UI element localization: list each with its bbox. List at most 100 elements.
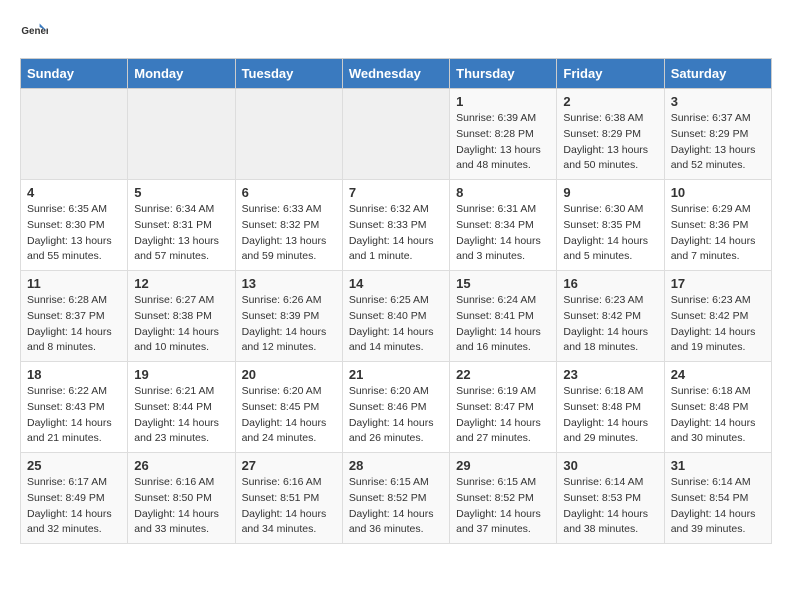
col-header-sunday: Sunday (21, 59, 128, 89)
calendar-header-row: SundayMondayTuesdayWednesdayThursdayFrid… (21, 59, 772, 89)
day-number: 2 (563, 94, 657, 109)
calendar-cell: 31Sunrise: 6:14 AM Sunset: 8:54 PM Dayli… (664, 453, 771, 544)
logo: General (20, 20, 52, 48)
calendar-cell: 12 Sunrise: 6:27 AM Sunset: 8:38 PM Dayli… (128, 271, 235, 362)
day-info: Sunrise: 6:38 AM Sunset: 8:29 PM Dayligh… (563, 111, 657, 174)
day-number: 20 (242, 367, 336, 382)
day-info: Sunrise: 6:39 AM Sunset: 8:28 PM Dayligh… (456, 111, 550, 174)
calendar-cell: 14 Sunrise: 6:25 AM Sunset: 8:40 PM Dayli… (342, 271, 449, 362)
day-number: 19 (134, 367, 228, 382)
day-info: Sunrise: 6:29 AM Sunset: 8:36 PM Dayligh… (671, 202, 765, 265)
calendar-cell: 25Sunrise: 6:17 AM Sunset: 8:49 PM Dayli… (21, 453, 128, 544)
svg-text:General: General (21, 26, 48, 37)
day-number: 3 (671, 94, 765, 109)
calendar-cell: 17 Sunrise: 6:23 AM Sunset: 8:42 PM Dayli… (664, 271, 771, 362)
calendar-cell: 19 Sunrise: 6:21 AM Sunset: 8:44 PM Dayli… (128, 362, 235, 453)
day-info: Sunrise: 6:22 AM Sunset: 8:43 PM Dayligh… (27, 384, 121, 447)
day-info: Sunrise: 6:21 AM Sunset: 8:44 PM Dayligh… (134, 384, 228, 447)
day-info: Sunrise: 6:24 AM Sunset: 8:41 PM Dayligh… (456, 293, 550, 356)
calendar-cell: 21Sunrise: 6:20 AM Sunset: 8:46 PM Dayli… (342, 362, 449, 453)
calendar-cell (128, 89, 235, 180)
day-info: Sunrise: 6:18 AM Sunset: 8:48 PM Dayligh… (671, 384, 765, 447)
calendar-cell: 13Sunrise: 6:26 AM Sunset: 8:39 PM Dayli… (235, 271, 342, 362)
day-info: Sunrise: 6:26 AM Sunset: 8:39 PM Dayligh… (242, 293, 336, 356)
col-header-thursday: Thursday (450, 59, 557, 89)
day-info: Sunrise: 6:34 AM Sunset: 8:31 PM Dayligh… (134, 202, 228, 265)
col-header-tuesday: Tuesday (235, 59, 342, 89)
calendar-cell: 20 Sunrise: 6:20 AM Sunset: 8:45 PM Dayli… (235, 362, 342, 453)
calendar-cell: 1 Sunrise: 6:39 AM Sunset: 8:28 PM Daylig… (450, 89, 557, 180)
day-number: 30 (563, 458, 657, 473)
day-number: 25 (27, 458, 121, 473)
page-header: General (20, 20, 772, 48)
calendar-cell: 7 Sunrise: 6:32 AM Sunset: 8:33 PM Daylig… (342, 180, 449, 271)
week-row-1: 1 Sunrise: 6:39 AM Sunset: 8:28 PM Daylig… (21, 89, 772, 180)
day-info: Sunrise: 6:16 AM Sunset: 8:51 PM Dayligh… (242, 475, 336, 538)
week-row-2: 4 Sunrise: 6:35 AM Sunset: 8:30 PM Daylig… (21, 180, 772, 271)
calendar-cell: 2 Sunrise: 6:38 AM Sunset: 8:29 PM Daylig… (557, 89, 664, 180)
week-row-4: 18 Sunrise: 6:22 AM Sunset: 8:43 PM Dayli… (21, 362, 772, 453)
day-number: 5 (134, 185, 228, 200)
day-number: 15 (456, 276, 550, 291)
day-number: 7 (349, 185, 443, 200)
day-info: Sunrise: 6:37 AM Sunset: 8:29 PM Dayligh… (671, 111, 765, 174)
day-number: 26 (134, 458, 228, 473)
logo-icon: General (20, 20, 48, 48)
day-number: 4 (27, 185, 121, 200)
calendar-cell (342, 89, 449, 180)
calendar-cell: 3 Sunrise: 6:37 AM Sunset: 8:29 PM Daylig… (664, 89, 771, 180)
day-info: Sunrise: 6:31 AM Sunset: 8:34 PM Dayligh… (456, 202, 550, 265)
day-info: Sunrise: 6:15 AM Sunset: 8:52 PM Dayligh… (349, 475, 443, 538)
day-number: 16 (563, 276, 657, 291)
day-info: Sunrise: 6:27 AM Sunset: 8:38 PM Dayligh… (134, 293, 228, 356)
day-info: Sunrise: 6:28 AM Sunset: 8:37 PM Dayligh… (27, 293, 121, 356)
calendar-cell: 11 Sunrise: 6:28 AM Sunset: 8:37 PM Dayli… (21, 271, 128, 362)
calendar-cell: 16 Sunrise: 6:23 AM Sunset: 8:42 PM Dayli… (557, 271, 664, 362)
day-number: 12 (134, 276, 228, 291)
calendar-cell: 27 Sunrise: 6:16 AM Sunset: 8:51 PM Dayli… (235, 453, 342, 544)
col-header-monday: Monday (128, 59, 235, 89)
day-number: 17 (671, 276, 765, 291)
day-info: Sunrise: 6:23 AM Sunset: 8:42 PM Dayligh… (563, 293, 657, 356)
calendar-cell: 4 Sunrise: 6:35 AM Sunset: 8:30 PM Daylig… (21, 180, 128, 271)
day-info: Sunrise: 6:20 AM Sunset: 8:45 PM Dayligh… (242, 384, 336, 447)
day-number: 1 (456, 94, 550, 109)
day-info: Sunrise: 6:14 AM Sunset: 8:53 PM Dayligh… (563, 475, 657, 538)
day-info: Sunrise: 6:16 AM Sunset: 8:50 PM Dayligh… (134, 475, 228, 538)
calendar-cell: 26 Sunrise: 6:16 AM Sunset: 8:50 PM Dayli… (128, 453, 235, 544)
calendar-cell: 10 Sunrise: 6:29 AM Sunset: 8:36 PM Dayli… (664, 180, 771, 271)
day-number: 10 (671, 185, 765, 200)
calendar-cell: 18 Sunrise: 6:22 AM Sunset: 8:43 PM Dayli… (21, 362, 128, 453)
calendar-cell: 9Sunrise: 6:30 AM Sunset: 8:35 PM Daylig… (557, 180, 664, 271)
calendar-cell: 30 Sunrise: 6:14 AM Sunset: 8:53 PM Dayli… (557, 453, 664, 544)
day-info: Sunrise: 6:20 AM Sunset: 8:46 PM Dayligh… (349, 384, 443, 447)
day-number: 9 (563, 185, 657, 200)
day-info: Sunrise: 6:19 AM Sunset: 8:47 PM Dayligh… (456, 384, 550, 447)
calendar-cell: 22Sunrise: 6:19 AM Sunset: 8:47 PM Dayli… (450, 362, 557, 453)
day-info: Sunrise: 6:25 AM Sunset: 8:40 PM Dayligh… (349, 293, 443, 356)
calendar-cell (235, 89, 342, 180)
day-number: 18 (27, 367, 121, 382)
day-info: Sunrise: 6:23 AM Sunset: 8:42 PM Dayligh… (671, 293, 765, 356)
day-number: 27 (242, 458, 336, 473)
calendar-cell: 24 Sunrise: 6:18 AM Sunset: 8:48 PM Dayli… (664, 362, 771, 453)
week-row-5: 25Sunrise: 6:17 AM Sunset: 8:49 PM Dayli… (21, 453, 772, 544)
day-number: 14 (349, 276, 443, 291)
calendar-cell: 29Sunrise: 6:15 AM Sunset: 8:52 PM Dayli… (450, 453, 557, 544)
day-info: Sunrise: 6:32 AM Sunset: 8:33 PM Dayligh… (349, 202, 443, 265)
day-number: 23 (563, 367, 657, 382)
week-row-3: 11 Sunrise: 6:28 AM Sunset: 8:37 PM Dayli… (21, 271, 772, 362)
day-info: Sunrise: 6:35 AM Sunset: 8:30 PM Dayligh… (27, 202, 121, 265)
calendar-cell (21, 89, 128, 180)
day-info: Sunrise: 6:14 AM Sunset: 8:54 PM Dayligh… (671, 475, 765, 538)
day-number: 8 (456, 185, 550, 200)
calendar-cell: 5 Sunrise: 6:34 AM Sunset: 8:31 PM Daylig… (128, 180, 235, 271)
calendar-cell: 28 Sunrise: 6:15 AM Sunset: 8:52 PM Dayli… (342, 453, 449, 544)
col-header-friday: Friday (557, 59, 664, 89)
day-info: Sunrise: 6:33 AM Sunset: 8:32 PM Dayligh… (242, 202, 336, 265)
day-number: 11 (27, 276, 121, 291)
col-header-wednesday: Wednesday (342, 59, 449, 89)
day-number: 29 (456, 458, 550, 473)
day-number: 24 (671, 367, 765, 382)
day-number: 28 (349, 458, 443, 473)
